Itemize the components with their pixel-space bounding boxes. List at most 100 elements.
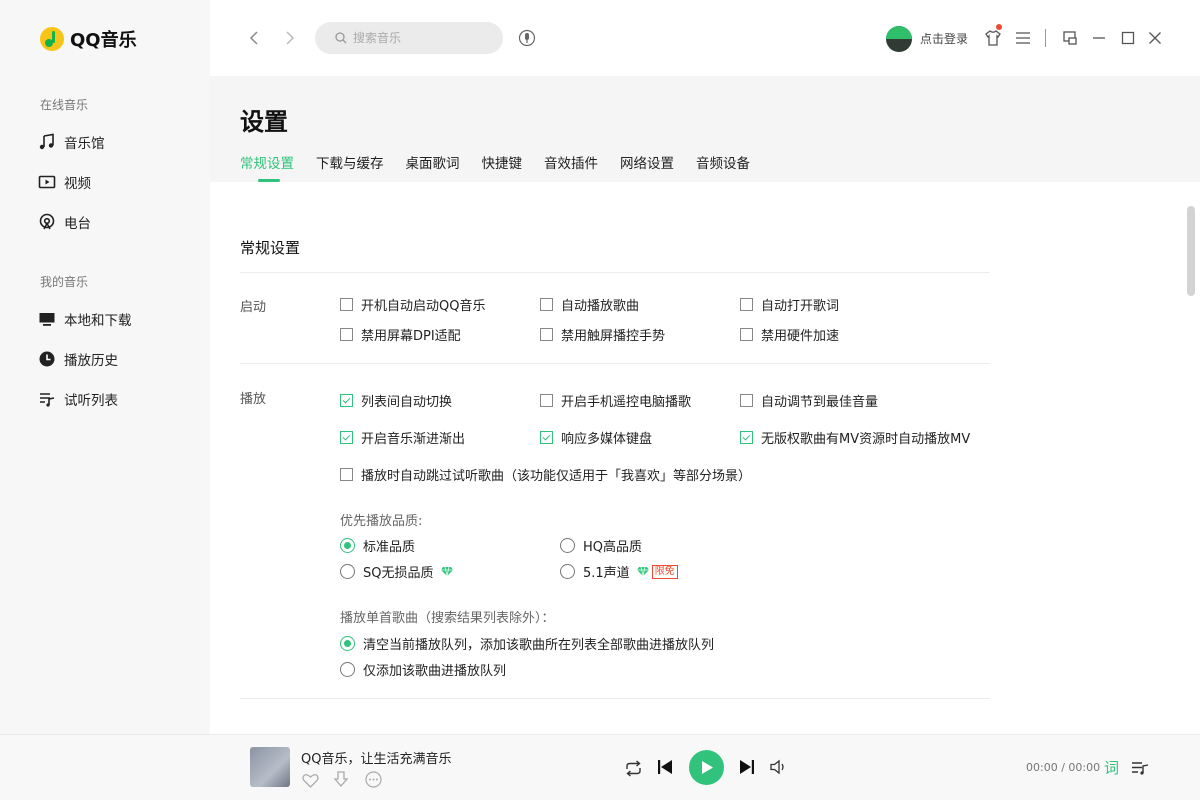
play-button[interactable] — [689, 750, 724, 785]
radio-dot[interactable] — [560, 538, 575, 553]
radio-label: 标准品质 — [363, 540, 416, 555]
checkbox-disable-hw-accel[interactable]: 禁用硬件加速 — [740, 325, 839, 344]
checkbox-box[interactable] — [740, 328, 753, 341]
checkbox-fade[interactable]: 开启音乐渐进渐出 — [340, 428, 465, 447]
radio-add-only[interactable]: 仅添加该歌曲进播放队列 — [340, 660, 506, 679]
checkbox-box[interactable] — [540, 298, 553, 311]
checkbox-auto-lyrics[interactable]: 自动打开歌词 — [740, 295, 839, 314]
radio-standard-quality[interactable]: 标准品质 — [340, 536, 415, 555]
radio-dot[interactable] — [340, 662, 355, 677]
checkbox-auto-play[interactable]: 自动播放歌曲 — [540, 295, 639, 314]
checkbox-disable-touch[interactable]: 禁用触屏播控手势 — [540, 325, 665, 344]
radio-label: SQ无损品质 — [363, 566, 434, 581]
maximize-button[interactable] — [1118, 28, 1138, 48]
tab-network[interactable]: 网络设置 — [620, 152, 674, 182]
lyrics-button[interactable]: 词 — [1104, 757, 1119, 778]
sidebar-item-local-download[interactable]: 本地和下载 — [38, 307, 132, 331]
app-logo[interactable]: QQ音乐 — [40, 26, 137, 52]
next-button[interactable] — [737, 757, 757, 777]
radio-51-channel[interactable]: 5.1声道 限免 — [560, 562, 678, 581]
checkbox-label: 自动调节到最佳音量 — [761, 395, 879, 410]
checkbox-box[interactable] — [740, 431, 753, 444]
checkbox-box[interactable] — [340, 394, 353, 407]
checkbox-label: 开启手机遥控电脑播歌 — [561, 395, 692, 410]
maximize-icon — [1121, 31, 1135, 45]
search-input[interactable] — [353, 31, 483, 45]
checkbox-disable-dpi[interactable]: 禁用屏幕DPI适配 — [340, 325, 461, 344]
settings-tabs: 常规设置 下载与缓存 桌面歌词 快捷键 音效插件 网络设置 音频设备 — [240, 152, 772, 182]
tab-audio-plugins[interactable]: 音效插件 — [544, 152, 598, 182]
divider — [240, 363, 990, 364]
previous-button[interactable] — [655, 757, 675, 777]
radio-dot[interactable] — [340, 636, 355, 651]
loop-mode-button[interactable] — [623, 758, 643, 778]
skin-button[interactable] — [983, 28, 1003, 48]
search-box[interactable] — [315, 22, 503, 54]
radio-dot[interactable] — [560, 564, 575, 579]
sidebar-item-label: 播放历史 — [64, 353, 118, 369]
sidebar-item-radio[interactable]: 电台 — [38, 210, 91, 234]
tab-audio-device[interactable]: 音频设备 — [696, 152, 750, 182]
radio-dot[interactable] — [340, 564, 355, 579]
radio-hq-quality[interactable]: HQ高品质 — [560, 536, 642, 555]
like-button[interactable] — [301, 771, 319, 789]
sidebar-item-video[interactable]: 视频 — [38, 170, 91, 194]
back-button[interactable] — [244, 28, 264, 48]
checkbox-box[interactable] — [340, 468, 353, 481]
playback-time: 00:00 / 00:00 — [1026, 761, 1101, 774]
checkbox-box[interactable] — [340, 328, 353, 341]
settings-header: 设置 常规设置 下载与缓存 桌面歌词 快捷键 音效插件 网络设置 音频设备 — [210, 76, 1200, 182]
checkbox-box[interactable] — [540, 328, 553, 341]
tab-shortcuts[interactable]: 快捷键 — [482, 152, 523, 182]
sidebar-item-label: 音乐馆 — [64, 136, 105, 152]
close-button[interactable] — [1145, 28, 1165, 48]
checkbox-auto-start[interactable]: 开机自动启动QQ音乐 — [340, 295, 485, 314]
scrollbar[interactable] — [1187, 206, 1195, 296]
sidebar-item-trial-list[interactable]: 试听列表 — [38, 387, 118, 411]
avatar[interactable] — [886, 26, 912, 52]
radio-replace-queue[interactable]: 清空当前播放队列，添加该歌曲所在列表全部歌曲进播放队列 — [340, 634, 714, 653]
checkbox-auto-volume[interactable]: 自动调节到最佳音量 — [740, 391, 878, 410]
checkbox-box[interactable] — [540, 431, 553, 444]
volume-button[interactable] — [769, 757, 789, 777]
forward-button[interactable] — [280, 28, 300, 48]
tab-desktop-lyrics[interactable]: 桌面歌词 — [406, 152, 460, 182]
checkbox-box[interactable] — [540, 394, 553, 407]
voice-search-button[interactable] — [518, 29, 536, 47]
mini-mode-button[interactable] — [1060, 28, 1080, 48]
sidebar-item-music-hall[interactable]: 音乐馆 — [38, 130, 105, 154]
checkbox-skip-trial[interactable]: 播放时自动跳过试听歌曲（该功能仅适用于「我喜欢」等部分场景） — [340, 465, 751, 484]
checkbox-box[interactable] — [740, 394, 753, 407]
download-icon — [333, 770, 349, 787]
checkbox-label: 列表间自动切换 — [361, 395, 453, 410]
sidebar-item-history[interactable]: 播放历史 — [38, 347, 118, 371]
checkbox-media-keys[interactable]: 响应多媒体键盘 — [540, 428, 652, 447]
checkbox-list-auto-switch[interactable]: 列表间自动切换 — [340, 391, 452, 410]
green-diamond-icon — [636, 566, 649, 577]
checkbox-label: 开启音乐渐进渐出 — [361, 432, 466, 447]
minimize-button[interactable] — [1089, 28, 1109, 48]
checkbox-box[interactable] — [340, 298, 353, 311]
album-cover[interactable] — [250, 747, 290, 787]
login-link[interactable]: 点击登录 — [920, 30, 968, 47]
toolbar-divider — [1045, 29, 1046, 47]
tab-download-cache[interactable]: 下载与缓存 — [316, 152, 384, 182]
checkbox-box[interactable] — [740, 298, 753, 311]
tab-general[interactable]: 常规设置 — [240, 152, 294, 182]
checkbox-auto-mv[interactable]: 无版权歌曲有MV资源时自动播放MV — [740, 428, 970, 447]
close-icon — [1149, 32, 1161, 44]
radio-dot[interactable] — [340, 538, 355, 553]
download-button[interactable] — [332, 770, 350, 788]
divider — [240, 272, 990, 273]
single-song-label: 播放单首歌曲（搜索结果列表除外）： — [340, 611, 555, 626]
radio-sq-quality[interactable]: SQ无损品质 — [340, 562, 454, 581]
quality-label: 优先播放品质: — [340, 514, 423, 529]
radio-label: 仅添加该歌曲进播放队列 — [363, 664, 507, 679]
more-button[interactable] — [364, 770, 382, 788]
main-menu-button[interactable] — [1013, 28, 1033, 48]
mini-mode-icon — [1063, 31, 1077, 45]
more-icon — [364, 770, 382, 788]
checkbox-phone-remote[interactable]: 开启手机遥控电脑播歌 — [540, 391, 691, 410]
checkbox-box[interactable] — [340, 431, 353, 444]
playlist-button[interactable] — [1130, 758, 1150, 778]
